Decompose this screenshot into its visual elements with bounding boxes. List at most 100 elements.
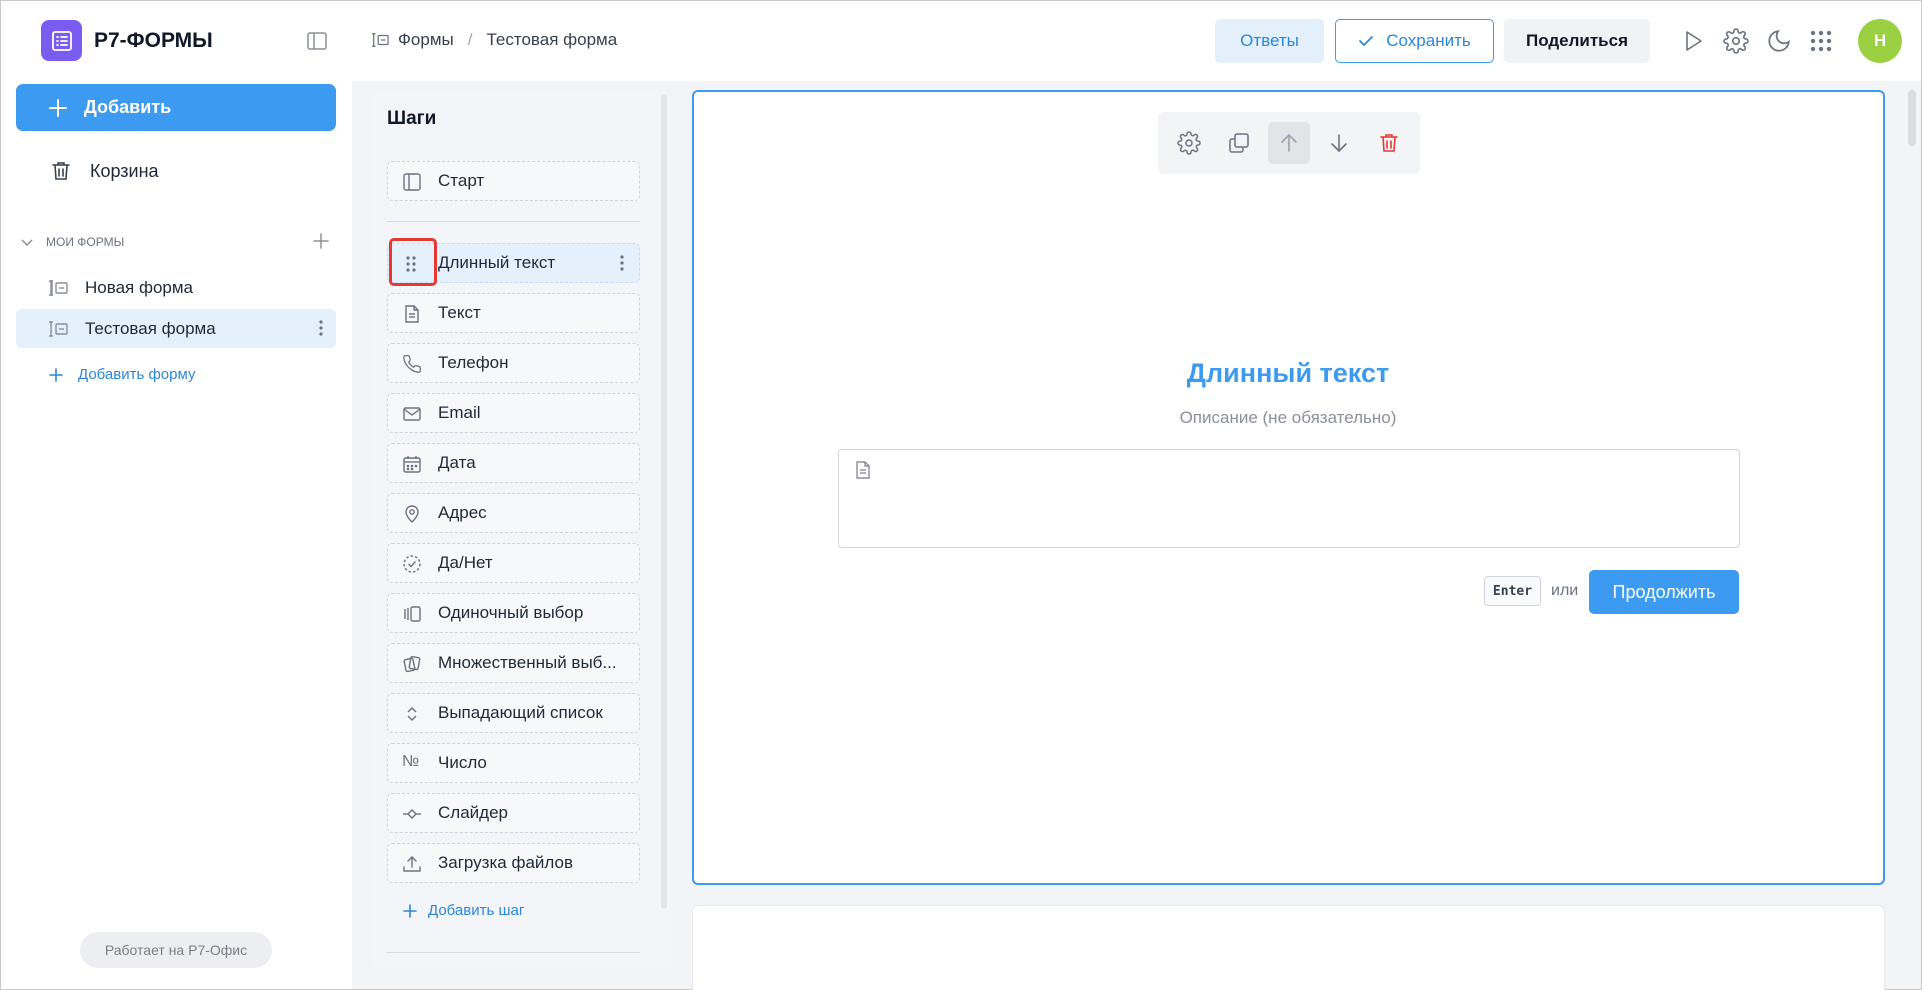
document-icon [402, 304, 422, 324]
document-icon [853, 460, 873, 480]
chevron-down-icon[interactable] [20, 235, 34, 249]
step-address[interactable]: Адрес [387, 493, 640, 533]
long-text-input[interactable] [838, 449, 1740, 548]
steps-divider [387, 952, 640, 953]
save-button[interactable]: Сохранить [1335, 19, 1494, 63]
step-multi-choice[interactable]: Множественный выб... [387, 643, 640, 683]
step-label: Да/Нет [438, 553, 493, 572]
gear-icon[interactable] [1723, 28, 1749, 54]
next-step-canvas[interactable] [692, 905, 1885, 990]
plus-icon [48, 98, 68, 118]
steps-scrollbar[interactable] [661, 94, 667, 909]
sidebar-collapse-icon[interactable] [306, 30, 328, 52]
avatar[interactable]: Н [1858, 19, 1902, 63]
breadcrumb-root[interactable]: Формы [398, 30, 454, 50]
chevron-up-down-icon [402, 704, 422, 724]
step-label: Одиночный выбор [438, 603, 584, 622]
step-label: Email [438, 403, 481, 422]
more-vertical-icon[interactable] [318, 319, 324, 337]
brand[interactable]: Р7-ФОРМЫ [41, 20, 213, 61]
step-yes-no[interactable]: Да/Нет [387, 543, 640, 583]
step-label: Длинный текст [438, 253, 556, 272]
phone-icon [402, 354, 422, 374]
powered-by-badge[interactable]: Работает на Р7-Офис [80, 932, 272, 968]
step-settings-icon[interactable] [1168, 122, 1210, 164]
question-description[interactable]: Описание (не обязательно) [1088, 408, 1488, 428]
delete-icon[interactable] [1368, 122, 1410, 164]
trash-icon [50, 160, 72, 182]
slider-icon [402, 804, 422, 824]
form-icon [47, 278, 69, 298]
location-icon [402, 504, 422, 524]
plus-icon [48, 367, 64, 383]
step-label: Выпадающий список [438, 703, 603, 722]
step-label: Слайдер [438, 803, 508, 822]
sidebar-item-label: Новая форма [85, 277, 193, 297]
add-form-link[interactable]: Добавить форму [48, 366, 195, 383]
add-button[interactable]: Добавить [16, 84, 336, 131]
check-circle-icon [402, 554, 422, 574]
brand-name: Р7-ФОРМЫ [94, 28, 213, 52]
add-button-label: Добавить [84, 97, 172, 117]
step-date[interactable]: Дата [387, 443, 640, 483]
more-vertical-icon[interactable] [619, 254, 625, 272]
section-label: МОИ ФОРМЫ [46, 235, 125, 249]
trash-label: Корзина [90, 160, 159, 181]
main-scrollbar[interactable] [1908, 90, 1916, 146]
duplicate-icon[interactable] [1218, 122, 1260, 164]
breadcrumb: Формы / Тестовая форма [370, 30, 617, 50]
step-phone[interactable]: Телефон [387, 343, 640, 383]
step-label: Текст [438, 303, 481, 322]
step-label: Множественный выб... [438, 653, 617, 672]
breadcrumb-separator: / [467, 30, 473, 49]
question-title[interactable]: Длинный текст [1088, 358, 1488, 389]
save-label: Сохранить [1386, 31, 1471, 50]
breadcrumb-current: Тестовая форма [486, 30, 618, 49]
add-step-link[interactable]: Добавить шаг [402, 902, 524, 919]
apps-grid-icon[interactable] [1808, 28, 1834, 54]
moon-icon[interactable] [1766, 28, 1792, 54]
step-number[interactable]: № Число [387, 743, 640, 783]
enter-key-hint: Enter [1484, 576, 1541, 606]
step-file-upload[interactable]: Загрузка файлов [387, 843, 640, 883]
step-toolbar [1158, 112, 1420, 174]
check-icon [1358, 34, 1374, 48]
step-email[interactable]: Email [387, 393, 640, 433]
move-down-icon[interactable] [1318, 122, 1360, 164]
sidebar [1, 1, 351, 989]
add-form-label: Добавить форму [78, 366, 196, 383]
step-label: Дата [438, 453, 476, 472]
steps-divider [387, 221, 640, 222]
calendar-icon [402, 454, 422, 474]
single-choice-icon [402, 604, 422, 624]
step-label: Загрузка файлов [438, 853, 574, 872]
move-up-icon[interactable] [1268, 122, 1310, 164]
brand-logo-icon [41, 20, 82, 61]
numero-icon: № [402, 753, 420, 770]
layout-panel-icon [402, 172, 422, 192]
step-label: Телефон [438, 353, 509, 372]
step-single-choice[interactable]: Одиночный выбор [387, 593, 640, 633]
sidebar-item-new-form[interactable]: Новая форма [16, 268, 336, 307]
share-button[interactable]: Поделиться [1504, 19, 1650, 63]
or-label: или [1551, 582, 1579, 599]
sidebar-item-test-form[interactable]: Тестовая форма [16, 309, 336, 348]
my-forms-section[interactable]: МОИ ФОРМЫ [20, 232, 330, 252]
steps-title: Шаги [387, 108, 437, 129]
step-label: Старт [438, 171, 485, 190]
answers-button[interactable]: Ответы [1215, 19, 1324, 63]
trash-link[interactable]: Корзина [50, 160, 159, 182]
step-slider[interactable]: Слайдер [387, 793, 640, 833]
mail-icon [402, 404, 422, 424]
step-dropdown[interactable]: Выпадающий список [387, 693, 640, 733]
drag-handle-highlight [389, 238, 437, 286]
step-start[interactable]: Старт [387, 161, 640, 201]
add-step-label: Добавить шаг [428, 902, 525, 919]
play-icon[interactable] [1680, 28, 1706, 54]
add-form-plus-icon[interactable] [312, 232, 330, 250]
multi-choice-icon [402, 654, 422, 674]
continue-button[interactable]: Продолжить [1589, 570, 1739, 614]
step-text[interactable]: Текст [387, 293, 640, 333]
plus-icon [402, 903, 418, 919]
form-icon [47, 319, 69, 339]
